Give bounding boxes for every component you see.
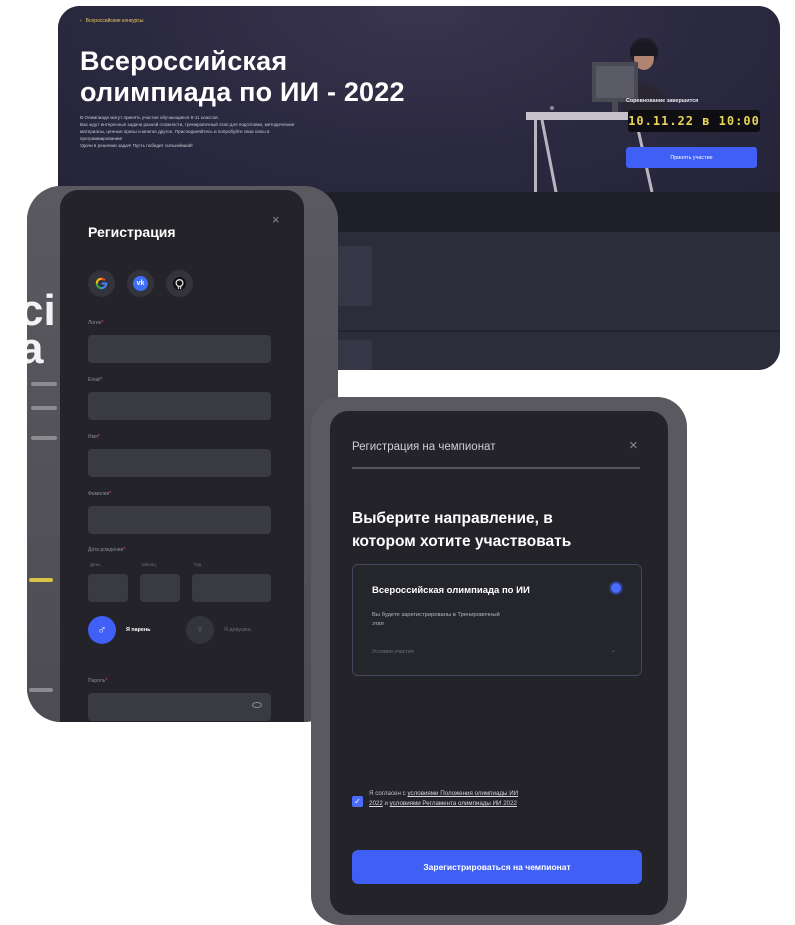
option-radio-selected[interactable] (611, 583, 621, 593)
option-title: Всероссийская олимпиада по ИИ (372, 585, 530, 596)
blurred-line (31, 382, 57, 386)
name-label: Имя* (88, 434, 100, 440)
accept-participation-button[interactable]: Принять участие (626, 147, 757, 168)
gender-female-label: Я девушка (224, 627, 251, 633)
login-input[interactable] (88, 335, 271, 363)
email-input[interactable] (88, 392, 271, 420)
email-label: Email* (88, 377, 103, 383)
password-label: Пароль* (88, 678, 108, 684)
gender-female-button[interactable]: ♀ (186, 616, 214, 644)
login-label: Логин* (88, 320, 104, 326)
blurred-line (31, 406, 57, 410)
back-link-label: Всероссийские конкурсы (85, 18, 144, 24)
chevron-left-icon: ‹ (80, 18, 82, 24)
blurred-line (31, 436, 57, 440)
github-login-button[interactable] (166, 270, 193, 297)
gender-male-button[interactable]: ♂ (88, 616, 116, 644)
divider (352, 467, 640, 469)
register-championship-button[interactable]: Зарегистрироваться на чемпионат (352, 850, 642, 884)
registration-title: Регистрация (88, 224, 176, 240)
month-label: Месяц (142, 562, 156, 567)
google-login-button[interactable] (88, 270, 115, 297)
chevron-down-icon[interactable]: ⌄ (611, 647, 616, 654)
countdown-label: Соревнование завершится (626, 98, 699, 104)
check-icon: ✓ (354, 796, 361, 806)
option-description: Вы будете зарегистрированы в Тренировочн… (372, 612, 500, 627)
vk-login-button[interactable]: vk (127, 270, 154, 297)
password-input[interactable] (88, 693, 271, 721)
name-input[interactable] (88, 449, 271, 477)
year-input[interactable] (192, 574, 271, 602)
day-label: День (90, 562, 101, 567)
participation-conditions-link[interactable]: Условия участия (372, 649, 414, 655)
championship-modal: Регистрация на чемпионат × Выберите напр… (330, 411, 668, 915)
rules-link[interactable]: условиями Регламента олимпиады ИИ 2022 (390, 800, 517, 807)
registration-device-frame: сі а Регистрация × vk Логин* Email* Имя*… (27, 186, 338, 722)
page-title: Всероссийская олимпиада по ИИ - 2022 (80, 46, 405, 107)
day-input[interactable] (88, 574, 128, 602)
female-icon: ♀ (195, 624, 205, 636)
championship-modal-title: Регистрация на чемпионат (352, 441, 496, 453)
male-icon: ♂ (97, 623, 107, 637)
blurred-line (29, 688, 53, 692)
google-icon (95, 277, 108, 290)
close-icon[interactable]: × (272, 212, 280, 227)
close-icon[interactable]: × (629, 437, 638, 454)
registration-modal: Регистрация × vk Логин* Email* Имя* Фами… (60, 190, 304, 722)
blurred-line (29, 578, 53, 582)
regulations-link-cont[interactable]: 2022 (369, 800, 383, 807)
eye-icon[interactable] (252, 702, 262, 708)
regulations-link[interactable]: условиями Положения олимпиады ИИ (407, 790, 518, 797)
countdown-timer: 10.11.22 в 10:00 (628, 110, 760, 132)
birthdate-label: Дата рождения* (88, 547, 126, 553)
gender-male-label: Я парень (126, 627, 151, 633)
surname-input[interactable] (88, 506, 271, 534)
championship-device-frame: Регистрация на чемпионат × Выберите напр… (311, 397, 687, 925)
back-link[interactable]: ‹ Всероссийские конкурсы (80, 18, 143, 24)
vk-icon: vk (133, 276, 148, 291)
direction-question: Выберите направление, в котором хотите у… (352, 510, 572, 550)
surname-label: Фамилия* (88, 491, 112, 497)
agreement-text: Я согласен с условиями Положения олимпиа… (369, 790, 519, 807)
hero-description: В Олимпиаде могут принять участие обучаю… (80, 115, 295, 148)
year-label: Год (194, 562, 202, 567)
github-icon (172, 276, 187, 291)
direction-option-card[interactable]: Всероссийская олимпиада по ИИ Вы будете … (352, 564, 642, 676)
month-input[interactable] (140, 574, 180, 602)
blurred-heading: а (27, 324, 44, 373)
agree-checkbox[interactable]: ✓ (352, 796, 363, 807)
